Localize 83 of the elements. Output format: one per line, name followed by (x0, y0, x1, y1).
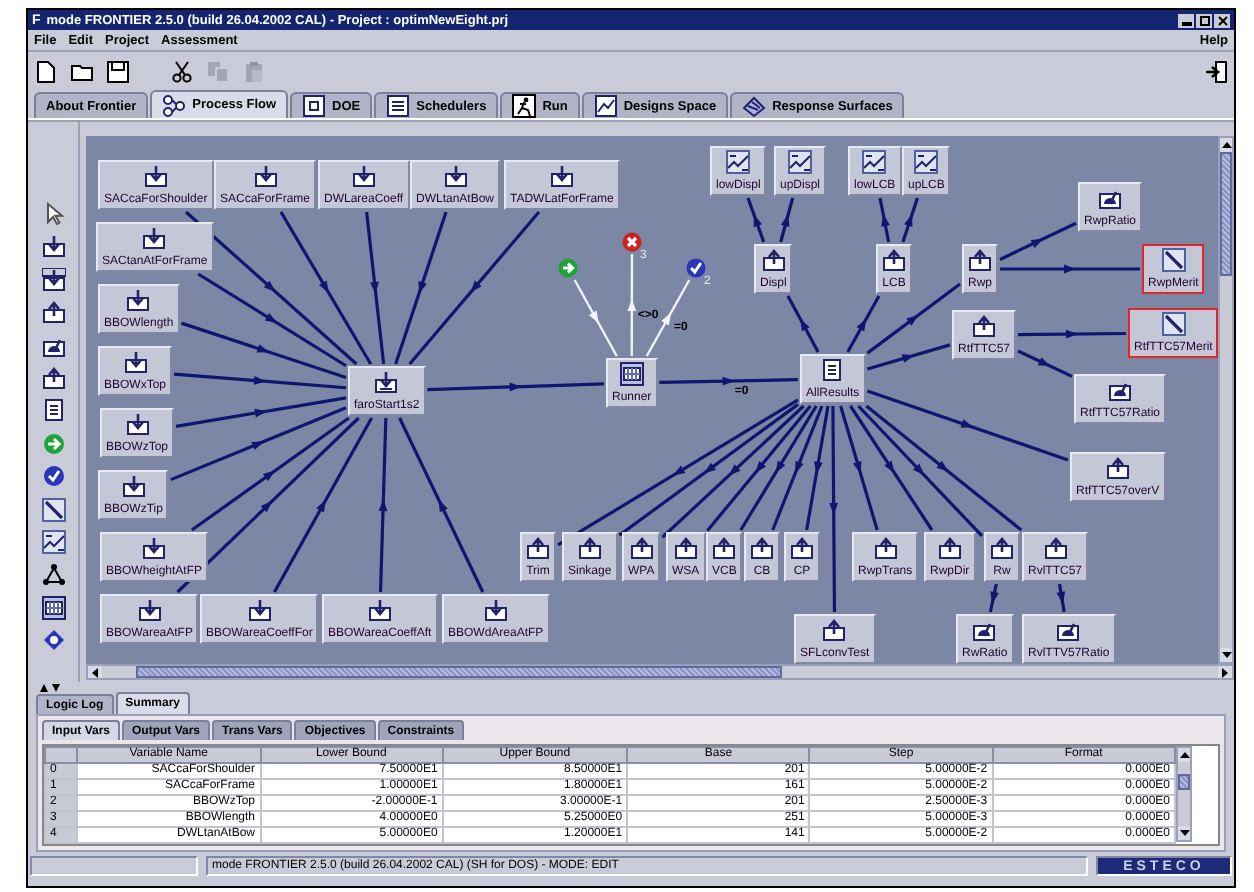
input-icon (142, 536, 167, 560)
input-icon (125, 412, 149, 436)
output-icon (712, 536, 737, 560)
output-icon (673, 536, 698, 560)
output-icon (873, 536, 898, 560)
output-icon (577, 536, 602, 560)
connector-arrow (1056, 583, 1066, 613)
scroll-left-button[interactable] (88, 666, 102, 678)
output-icon (968, 248, 992, 272)
input-icon (351, 164, 376, 188)
scroll-up-button[interactable] (1220, 138, 1232, 152)
input-icon (483, 598, 508, 622)
input-icon (247, 598, 272, 622)
input-icon (123, 350, 147, 374)
minimize-button[interactable] (1178, 13, 1194, 27)
scroll-down-button[interactable] (1178, 826, 1190, 840)
input-icon (443, 164, 467, 188)
folder-icon[interactable] (70, 59, 94, 83)
input-icon (142, 226, 167, 250)
output-icon[interactable] (41, 365, 65, 390)
surface-icon (742, 94, 767, 118)
exit-icon[interactable] (1204, 59, 1228, 83)
input-icon (253, 164, 277, 188)
output-icon (882, 248, 906, 272)
line-chart-icon[interactable] (41, 497, 65, 522)
grid-icon[interactable] (41, 595, 65, 620)
input-icon[interactable] (41, 267, 65, 292)
chart-icon[interactable] (41, 529, 65, 554)
connector-arrow (746, 197, 766, 243)
close-button[interactable] (1214, 13, 1230, 27)
results-icon[interactable] (41, 398, 65, 423)
output-icon (526, 536, 550, 560)
output-icon (750, 536, 774, 560)
maximize-button[interactable] (1196, 13, 1212, 27)
scroll-thumb[interactable] (1220, 152, 1232, 276)
connector-arrow (1000, 264, 1140, 274)
connector-arrow (999, 221, 1077, 261)
output-icon (972, 314, 996, 338)
results-icon (820, 358, 845, 382)
save-icon[interactable] (106, 59, 130, 83)
gauge-icon (972, 618, 997, 642)
script-icon (374, 370, 399, 394)
output-icon (1043, 536, 1067, 560)
output-icon (761, 248, 786, 272)
connector-arrow (1017, 349, 1073, 378)
output-icon (1105, 456, 1130, 480)
scroll-thumb[interactable] (135, 666, 783, 678)
output-icon (790, 536, 814, 560)
input-icon (549, 164, 574, 188)
check-icon[interactable] (41, 464, 65, 489)
new-file-icon[interactable] (34, 59, 58, 83)
scroll-up-button[interactable] (1178, 748, 1190, 762)
connector-arrow (901, 197, 919, 243)
connector-arrow (779, 197, 795, 243)
pointer-icon[interactable] (41, 202, 65, 226)
line-chart-icon (1161, 312, 1186, 336)
gauge-icon (1108, 378, 1132, 402)
start-icon[interactable] (41, 431, 65, 456)
output-icon (629, 536, 654, 560)
input-icon (143, 164, 168, 188)
scroll-down-button[interactable] (1220, 648, 1232, 662)
line-chart-icon (1161, 248, 1186, 272)
output-icon (822, 618, 847, 642)
scroll-thumb[interactable] (1178, 774, 1190, 791)
diamond-icon[interactable] (41, 628, 65, 653)
input-icon (367, 598, 392, 622)
input-icon[interactable] (41, 234, 65, 259)
output-icon (990, 536, 1014, 560)
connector-arrow (878, 197, 891, 243)
gauge-icon (1056, 618, 1081, 642)
output-icon[interactable] (41, 300, 65, 325)
cut-icon[interactable] (170, 59, 194, 83)
connector-arrow (988, 583, 999, 613)
input-icon (137, 598, 162, 622)
output-icon (937, 536, 962, 560)
connector-arrow (1018, 329, 1126, 339)
tree-icon[interactable] (41, 562, 65, 587)
input-icon (126, 288, 151, 312)
connector-arrow (786, 295, 820, 353)
connector-arrow (659, 376, 799, 386)
input-icon (121, 474, 146, 498)
gauge-icon (1098, 186, 1122, 210)
scroll-right-button[interactable] (1218, 666, 1232, 678)
